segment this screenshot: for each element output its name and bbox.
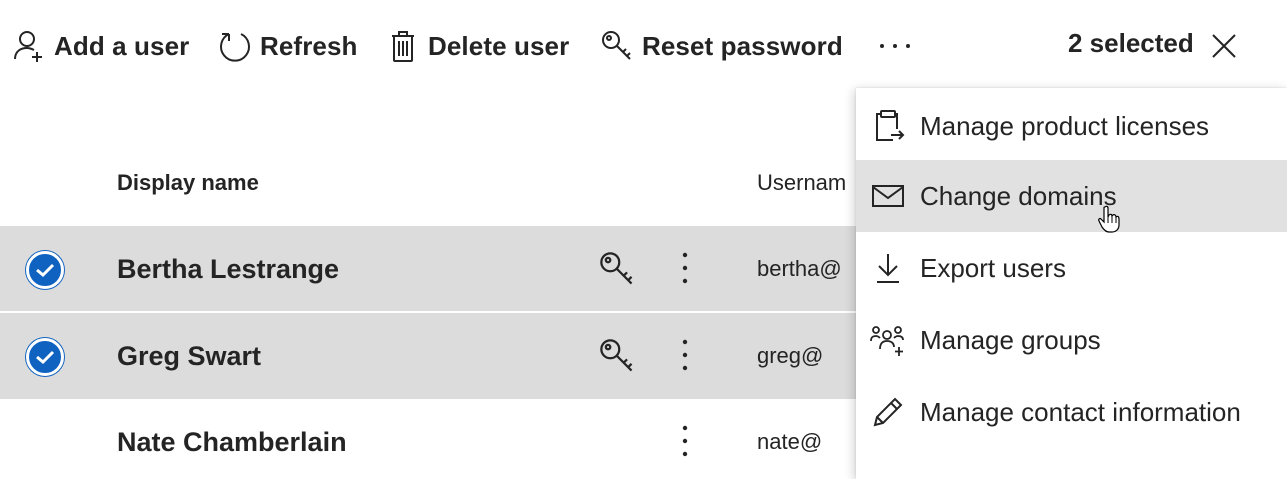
menu-item-label: Manage product licenses [920, 110, 1210, 141]
menu-item-manage-groups[interactable]: Manage groups [856, 304, 1287, 376]
mail-icon [870, 178, 906, 214]
menu-item-change-domains[interactable]: Change domains [856, 160, 1287, 232]
checkmark-icon [36, 263, 55, 278]
more-actions-menu: Manage product licenses Change domains E… [856, 88, 1287, 479]
trash-icon [386, 29, 420, 63]
download-icon [870, 250, 906, 286]
user-username: nate@ [757, 429, 823, 454]
row-checkbox[interactable] [26, 251, 64, 289]
menu-item-export-users[interactable]: Export users [856, 232, 1287, 304]
reset-password-row-button[interactable] [598, 250, 636, 288]
row-more-button[interactable] [666, 335, 704, 375]
key-icon [600, 252, 633, 285]
hand-cursor-icon [1098, 205, 1120, 233]
reset-password-button[interactable]: Reset password [600, 26, 843, 66]
more-vertical-icon [682, 339, 688, 371]
refresh-label: Refresh [260, 30, 358, 61]
user-username: bertha@ [757, 256, 842, 281]
command-bar: Add a user Refresh Delete user Reset pas… [0, 0, 1287, 92]
clipboard-arrow-icon [870, 108, 906, 144]
add-user-button[interactable]: Add a user [12, 26, 189, 66]
row-more-button[interactable] [666, 248, 704, 288]
menu-item-label: Change domains [920, 180, 1117, 211]
menu-item-label: Manage contact information [920, 396, 1241, 427]
delete-user-button[interactable]: Delete user [386, 26, 569, 66]
add-user-label: Add a user [54, 30, 190, 61]
menu-item-label: Manage groups [920, 324, 1101, 355]
user-display-name[interactable]: Bertha Lestrange [117, 254, 339, 285]
add-person-icon [12, 29, 46, 63]
column-header-display-name[interactable]: Display name [117, 170, 259, 196]
user-display-name[interactable]: Greg Swart [117, 341, 261, 372]
row-more-button[interactable] [666, 421, 704, 461]
key-icon [600, 29, 634, 63]
reset-password-label: Reset password [642, 30, 843, 61]
people-add-icon [870, 322, 906, 358]
more-vertical-icon [682, 425, 688, 457]
clear-selection-button[interactable] [1206, 28, 1242, 64]
more-actions-button[interactable] [872, 26, 918, 66]
close-icon [1212, 34, 1236, 58]
menu-item-manage-contact-information[interactable]: Manage contact information [856, 376, 1287, 448]
menu-item-manage-product-licenses[interactable]: Manage product licenses [856, 90, 1287, 162]
checkmark-icon [36, 350, 55, 365]
key-icon [600, 339, 633, 372]
reset-password-row-button[interactable] [598, 337, 636, 375]
refresh-button[interactable]: Refresh [218, 26, 358, 66]
row-checkbox[interactable] [26, 338, 64, 376]
more-vertical-icon [682, 252, 688, 284]
user-display-name[interactable]: Nate Chamberlain [117, 427, 347, 458]
user-username: greg@ [757, 343, 824, 368]
pencil-icon [870, 394, 906, 430]
more-icon [880, 44, 910, 48]
column-header-username[interactable]: Usernam [757, 170, 846, 196]
delete-user-label: Delete user [428, 30, 570, 61]
menu-item-label: Export users [920, 252, 1066, 283]
selected-count: 2 selected [1068, 28, 1194, 58]
refresh-icon [218, 29, 252, 63]
